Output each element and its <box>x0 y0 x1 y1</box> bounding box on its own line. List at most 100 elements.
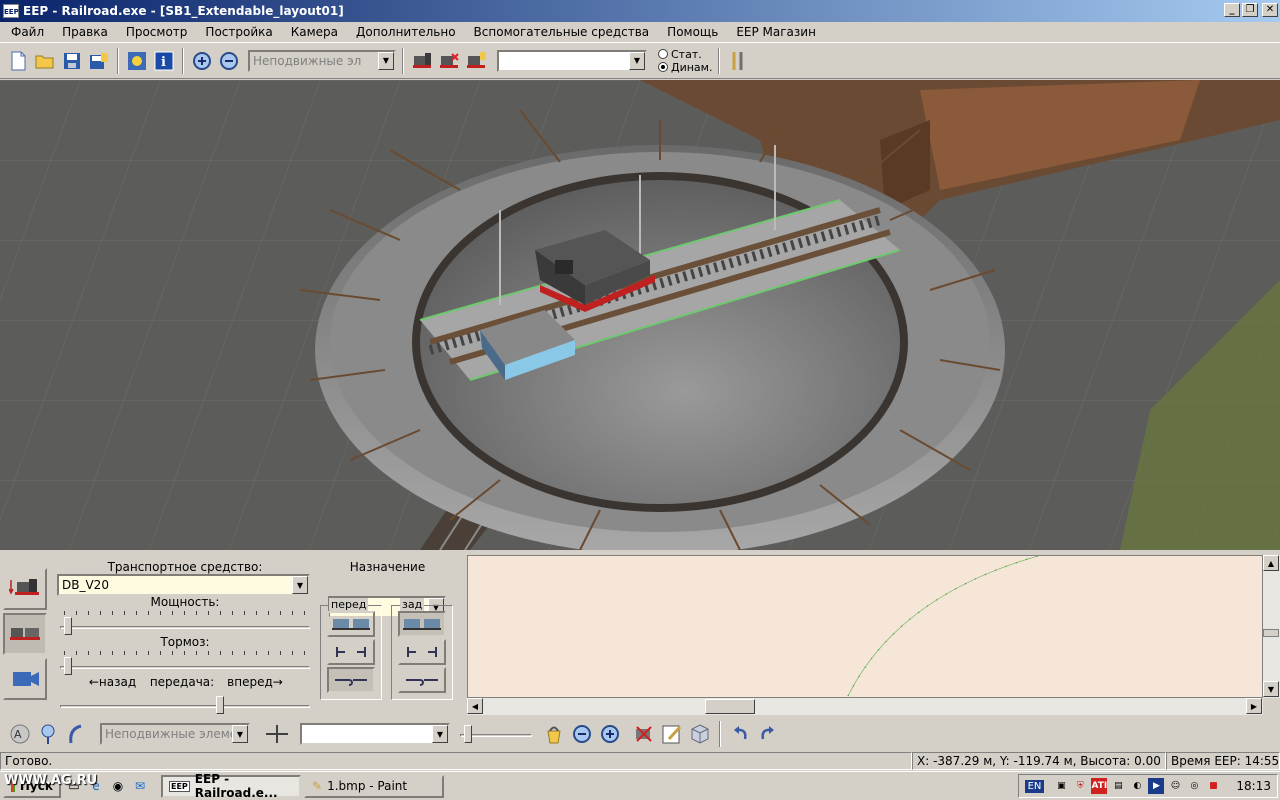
status-bar: Готово. X: -387.29 м, Y: -119.74 м, Высо… <box>0 751 1280 771</box>
scroll-up-icon[interactable]: ▲ <box>1263 555 1279 571</box>
delete-object-icon[interactable] <box>632 722 656 746</box>
menu-extra[interactable]: Дополнительно <box>347 25 465 39</box>
chevron-down-icon: ▼ <box>232 725 248 743</box>
brake-ticks <box>64 651 308 655</box>
power-slider[interactable] <box>60 617 310 635</box>
disk-icon[interactable]: ■ <box>1205 778 1221 794</box>
menu-view[interactable]: Просмотр <box>117 25 197 39</box>
cube-icon[interactable] <box>688 722 712 746</box>
monitor-icon[interactable]: ▣ <box>1053 778 1069 794</box>
scroll-down-icon[interactable]: ▼ <box>1263 681 1279 697</box>
layer-select-bottom: Неподвижные элемен ▼ <box>100 723 250 745</box>
curve-track-icon[interactable] <box>64 722 88 746</box>
info-icon[interactable]: i <box>152 49 176 73</box>
menu-tools[interactable]: Вспомогательные средства <box>465 25 659 39</box>
scroll-thumb-horizontal[interactable] <box>705 699 755 714</box>
radio-dynamic[interactable] <box>658 62 668 72</box>
edit-properties-icon[interactable] <box>660 722 684 746</box>
menu-file[interactable]: Файл <box>2 25 53 39</box>
toolbar-separator <box>719 721 721 747</box>
scroll-right-icon[interactable]: ▶ <box>1246 698 1262 714</box>
marker-icon[interactable]: A <box>8 722 32 746</box>
menu-edit[interactable]: Правка <box>53 25 117 39</box>
brake-slider[interactable] <box>60 657 310 675</box>
outlook-icon[interactable]: ✉ <box>131 777 149 795</box>
chevron-down-icon[interactable]: ▼ <box>629 51 645 70</box>
track-plan-view[interactable] <box>467 555 1263 698</box>
chevron-down-icon[interactable]: ▼ <box>292 576 308 594</box>
undo-icon[interactable] <box>728 722 752 746</box>
front-coupler-button[interactable] <box>327 639 375 665</box>
task-eep[interactable]: EEP EEP - Railroad.e... <box>161 772 301 800</box>
menu-build[interactable]: Постройка <box>196 25 281 39</box>
locomotive-edit-icon[interactable] <box>464 49 488 73</box>
rear-hook-button[interactable] <box>398 667 446 693</box>
clock[interactable]: 18:13 <box>1236 779 1271 793</box>
menu-camera[interactable]: Камера <box>282 25 347 39</box>
tools-wrench-icon[interactable] <box>726 49 750 73</box>
wagon-icon <box>332 619 370 630</box>
height-slider[interactable] <box>460 725 532 743</box>
locomotive-control-button[interactable] <box>3 568 47 610</box>
network-icon[interactable]: ▤ <box>1110 778 1126 794</box>
task-paint[interactable]: ✎ 1.bmp - Paint <box>304 774 444 798</box>
media-player-icon[interactable]: ◉ <box>109 777 127 795</box>
scroll-left-icon[interactable]: ◀ <box>467 698 483 714</box>
slider-thumb[interactable] <box>64 617 72 635</box>
slider-thumb[interactable] <box>216 696 225 714</box>
messenger-icon[interactable]: ☺ <box>1167 778 1183 794</box>
speaker-icon[interactable]: ◐ <box>1129 778 1145 794</box>
menu-help[interactable]: Помощь <box>658 25 727 39</box>
zoom-out-icon[interactable] <box>217 49 241 73</box>
front-hook-button[interactable] <box>327 667 375 693</box>
object-select-bottom[interactable]: ▼ <box>300 723 450 745</box>
vertical-scrollbar[interactable]: ▲ ▼ <box>1263 555 1280 698</box>
redo-icon[interactable] <box>756 722 780 746</box>
view-mode-dynamic[interactable]: Динам. <box>658 61 712 74</box>
zoom-out-small-icon[interactable] <box>570 722 594 746</box>
3d-viewport[interactable] <box>0 80 1280 550</box>
language-indicator[interactable]: EN <box>1024 779 1045 793</box>
close-button[interactable]: ✕ <box>1262 3 1278 17</box>
camera-icon <box>13 672 39 686</box>
title-bar[interactable]: EEP EEP - Railroad.exe - [SB1_Extendable… <box>0 0 1280 22</box>
ati-icon[interactable]: ATI <box>1091 778 1108 794</box>
rear-wagon-button[interactable] <box>398 611 446 637</box>
vehicle-select[interactable]: DB_V20 ▼ <box>57 574 310 596</box>
front-wagon-button[interactable] <box>327 611 375 637</box>
shield-icon[interactable]: ⛨ <box>1072 778 1088 794</box>
locomotive-icon[interactable] <box>410 49 434 73</box>
window-title: EEP - Railroad.exe - [SB1_Extendable_lay… <box>23 4 344 18</box>
rear-group-label: зад <box>400 598 425 611</box>
camera-control-button[interactable] <box>3 658 47 700</box>
restore-button[interactable]: ❐ <box>1242 3 1258 17</box>
signal-icon[interactable] <box>36 722 60 746</box>
view-mode-static[interactable]: Стат. <box>658 48 712 61</box>
menu-shop[interactable]: EEP Магазин <box>727 25 825 39</box>
minimize-button[interactable]: _ <box>1224 3 1240 17</box>
slider-track <box>60 666 310 669</box>
horizontal-scrollbar[interactable]: ◀ ▶ <box>467 698 1263 715</box>
rotate-handle-icon[interactable] <box>264 722 288 746</box>
train-control-button[interactable] <box>3 613 47 655</box>
slider-thumb[interactable] <box>64 657 72 675</box>
locomotive-remove-icon[interactable] <box>437 49 461 73</box>
bucket-icon[interactable] <box>542 722 566 746</box>
save-as-icon[interactable] <box>87 49 111 73</box>
save-icon[interactable] <box>60 49 84 73</box>
hook-icon <box>335 679 367 686</box>
scroll-thumb-vertical[interactable] <box>1263 629 1279 637</box>
zoom-in-icon[interactable] <box>190 49 214 73</box>
antivirus-icon[interactable]: ◎ <box>1186 778 1202 794</box>
radio-static[interactable] <box>658 49 668 59</box>
new-file-icon[interactable] <box>6 49 30 73</box>
slider-thumb[interactable] <box>464 725 472 743</box>
zoom-in-small-icon[interactable] <box>598 722 622 746</box>
chevron-down-icon[interactable]: ▼ <box>432 725 448 743</box>
play-icon[interactable]: ▶ <box>1148 778 1165 794</box>
rear-coupler-button[interactable] <box>398 639 446 665</box>
direction-slider[interactable] <box>60 696 310 714</box>
object-select[interactable]: ▼ <box>497 49 647 72</box>
open-folder-icon[interactable] <box>33 49 57 73</box>
weather-icon[interactable] <box>125 49 149 73</box>
